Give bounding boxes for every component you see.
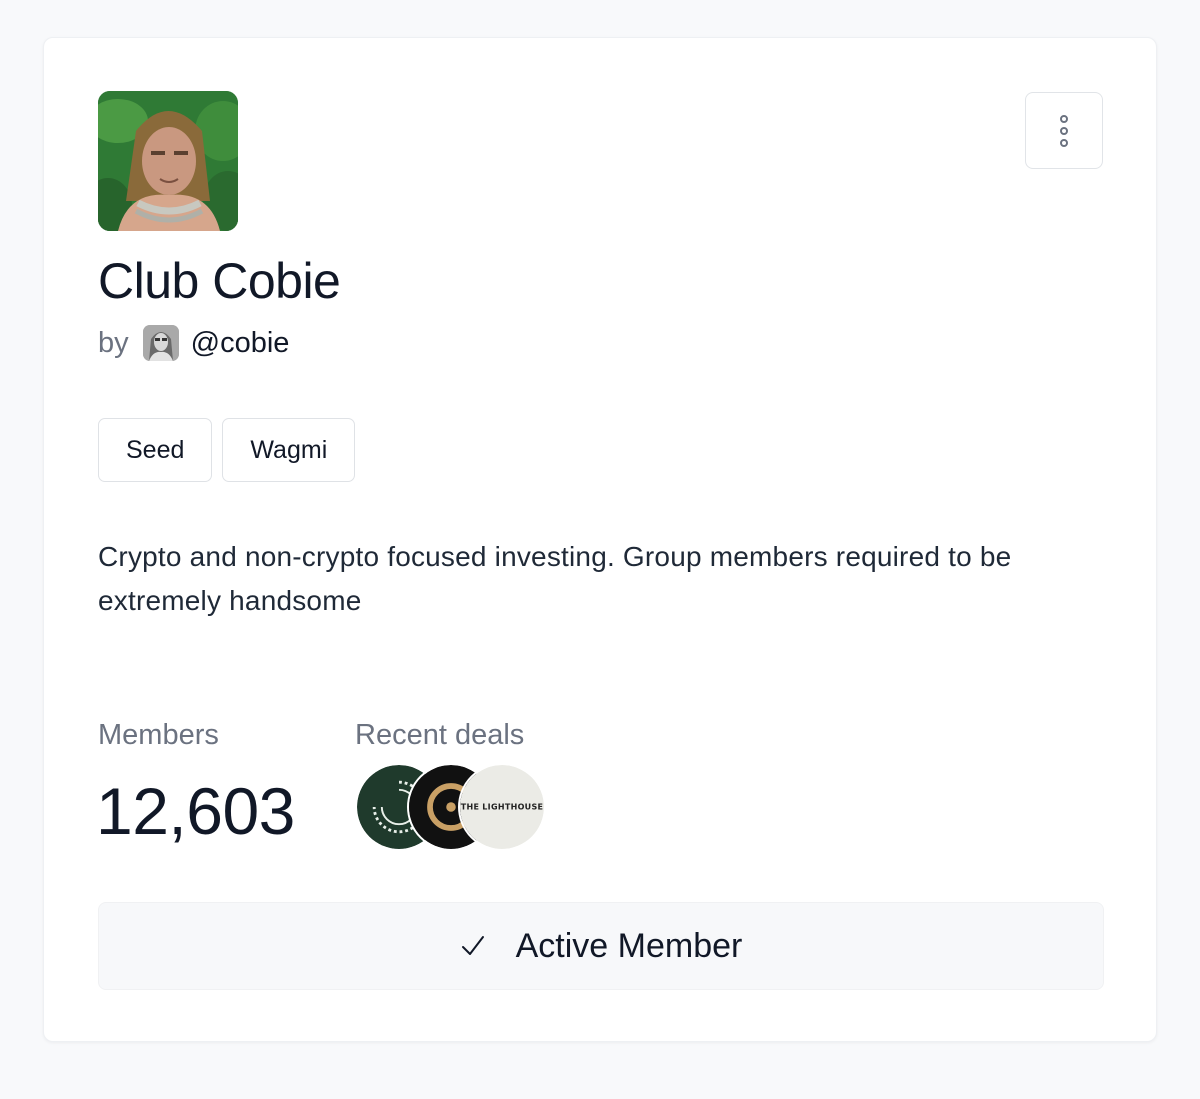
check-icon xyxy=(461,936,484,955)
tag-list: Seed Wagmi xyxy=(98,418,356,482)
club-card: Club Cobie by @cobie Seed Wagmi Crypto a… xyxy=(43,37,1157,1042)
active-member-label: Active Member xyxy=(515,926,743,965)
club-avatar xyxy=(98,91,238,231)
club-title: Club Cobie xyxy=(98,253,341,309)
more-vertical-icon-dot xyxy=(1060,126,1068,135)
members-count: 12,603 xyxy=(96,774,295,848)
active-member-button[interactable]: Active Member xyxy=(98,902,1104,990)
owner-avatar-image xyxy=(142,325,179,361)
owner-handle-link[interactable]: @cobie xyxy=(191,327,290,360)
deal-logo-the-lighthouse[interactable]: THE LIGHTHOUSE xyxy=(458,763,546,851)
recent-deals-list: THE LIGHTHOUSE xyxy=(355,763,555,851)
tag-seed[interactable]: Seed xyxy=(98,418,213,482)
tag-wagmi[interactable]: Wagmi xyxy=(222,418,356,482)
club-description: Crypto and non-crypto focused investing.… xyxy=(98,541,1012,616)
club-avatar-image xyxy=(98,91,238,231)
more-vertical-icon-dot xyxy=(1060,138,1068,147)
recent-deals-label: Recent deals xyxy=(355,719,525,751)
more-options-button[interactable] xyxy=(1025,92,1103,169)
by-label: by xyxy=(98,326,129,359)
owner-avatar[interactable] xyxy=(142,325,179,361)
more-vertical-icon xyxy=(1060,114,1068,123)
owner-byline: by @cobie xyxy=(98,324,289,362)
the-lighthouse-logo-text: THE LIGHTHOUSE xyxy=(460,802,544,812)
members-label: Members xyxy=(98,719,219,751)
